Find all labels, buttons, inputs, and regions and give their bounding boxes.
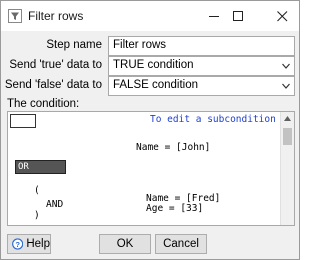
send-false-label: Send 'false' data to [4, 79, 102, 91]
send-false-select[interactable]: FALSE condition [108, 76, 295, 96]
cancel-button[interactable]: Cancel [155, 234, 207, 254]
or-operator[interactable]: OR [15, 160, 66, 174]
step-name-input[interactable]: Filter rows [108, 36, 295, 56]
scrollbar-thumb[interactable] [283, 128, 292, 145]
condition-age[interactable]: Age = [33] [146, 203, 203, 214]
maximize-icon [232, 10, 243, 21]
condition-editor[interactable]: To edit a subcondition Name = [John] OR … [7, 111, 295, 226]
close-button[interactable] [265, 1, 299, 31]
filter-rows-icon [8, 9, 22, 23]
svg-text:?: ? [15, 240, 20, 249]
chevron-down-icon [282, 83, 290, 89]
help-label: Help [26, 238, 50, 250]
window-title: Filter rows [28, 9, 84, 23]
ok-button[interactable]: OK [99, 234, 151, 254]
and-operator[interactable]: AND [46, 199, 63, 210]
filter-rows-dialog: Filter rows Step name Filter rows Send '… [0, 0, 300, 260]
chevron-down-icon [282, 63, 290, 69]
condition-name-john[interactable]: Name = [John] [136, 142, 210, 153]
send-false-value: FALSE condition [113, 79, 199, 91]
scroll-up-arrow-icon[interactable] [284, 116, 291, 121]
subcondition-open-paren: ( [34, 185, 40, 196]
vertical-scrollbar[interactable] [280, 112, 294, 225]
title-bar: Filter rows [1, 1, 299, 31]
empty-condition-box[interactable] [10, 114, 36, 128]
maximize-button[interactable] [221, 1, 255, 31]
send-true-select[interactable]: TRUE condition [108, 56, 295, 76]
help-icon: ? [12, 238, 24, 250]
step-name-label: Step name [46, 39, 102, 51]
condition-label: The condition: [7, 98, 80, 110]
subcondition-close-paren: ) [34, 210, 40, 221]
minimize-icon [208, 15, 219, 17]
edit-subcondition-hint: To edit a subcondition [150, 114, 276, 125]
close-icon [276, 10, 287, 21]
send-true-value: TRUE condition [113, 59, 194, 71]
help-button[interactable]: ? Help [7, 234, 51, 254]
send-true-label: Send 'true' data to [9, 59, 102, 71]
